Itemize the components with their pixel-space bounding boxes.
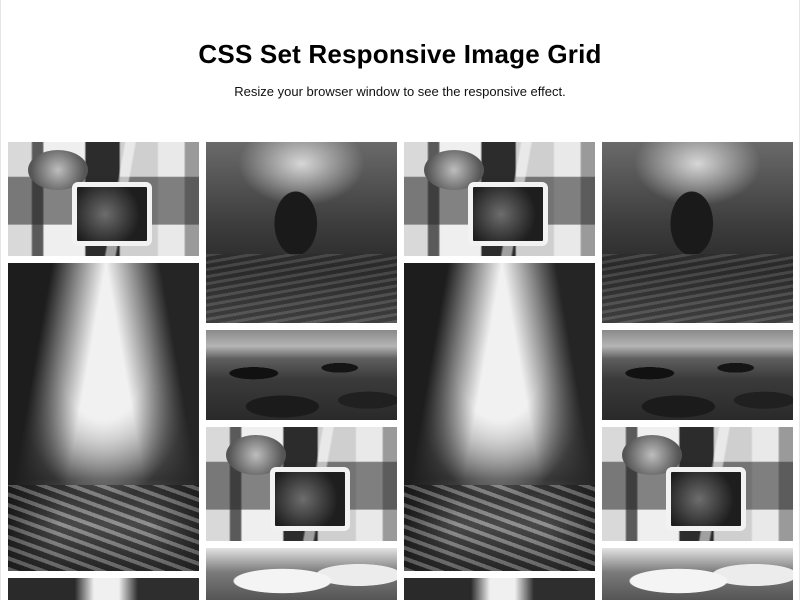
grid-image-waterfall [404,578,595,600]
grid-image-car [206,427,397,541]
grid-image-waterfall [8,578,199,600]
grid-image-clouds [602,548,793,600]
grid-image-canyon [404,263,595,571]
page-title: CSS Set Responsive Image Grid [198,39,602,69]
grid-image-underwater [602,142,793,323]
grid-image-clouds [206,548,397,600]
grid-image-car [602,427,793,541]
page-subtitle: Resize your browser window to see the re… [234,84,566,99]
image-grid [8,142,793,600]
grid-image-rocks [602,330,793,420]
grid-image-car [8,142,199,256]
grid-image-rocks [206,330,397,420]
grid-image-car [404,142,595,256]
grid-image-underwater [206,142,397,323]
grid-image-canyon [8,263,199,571]
